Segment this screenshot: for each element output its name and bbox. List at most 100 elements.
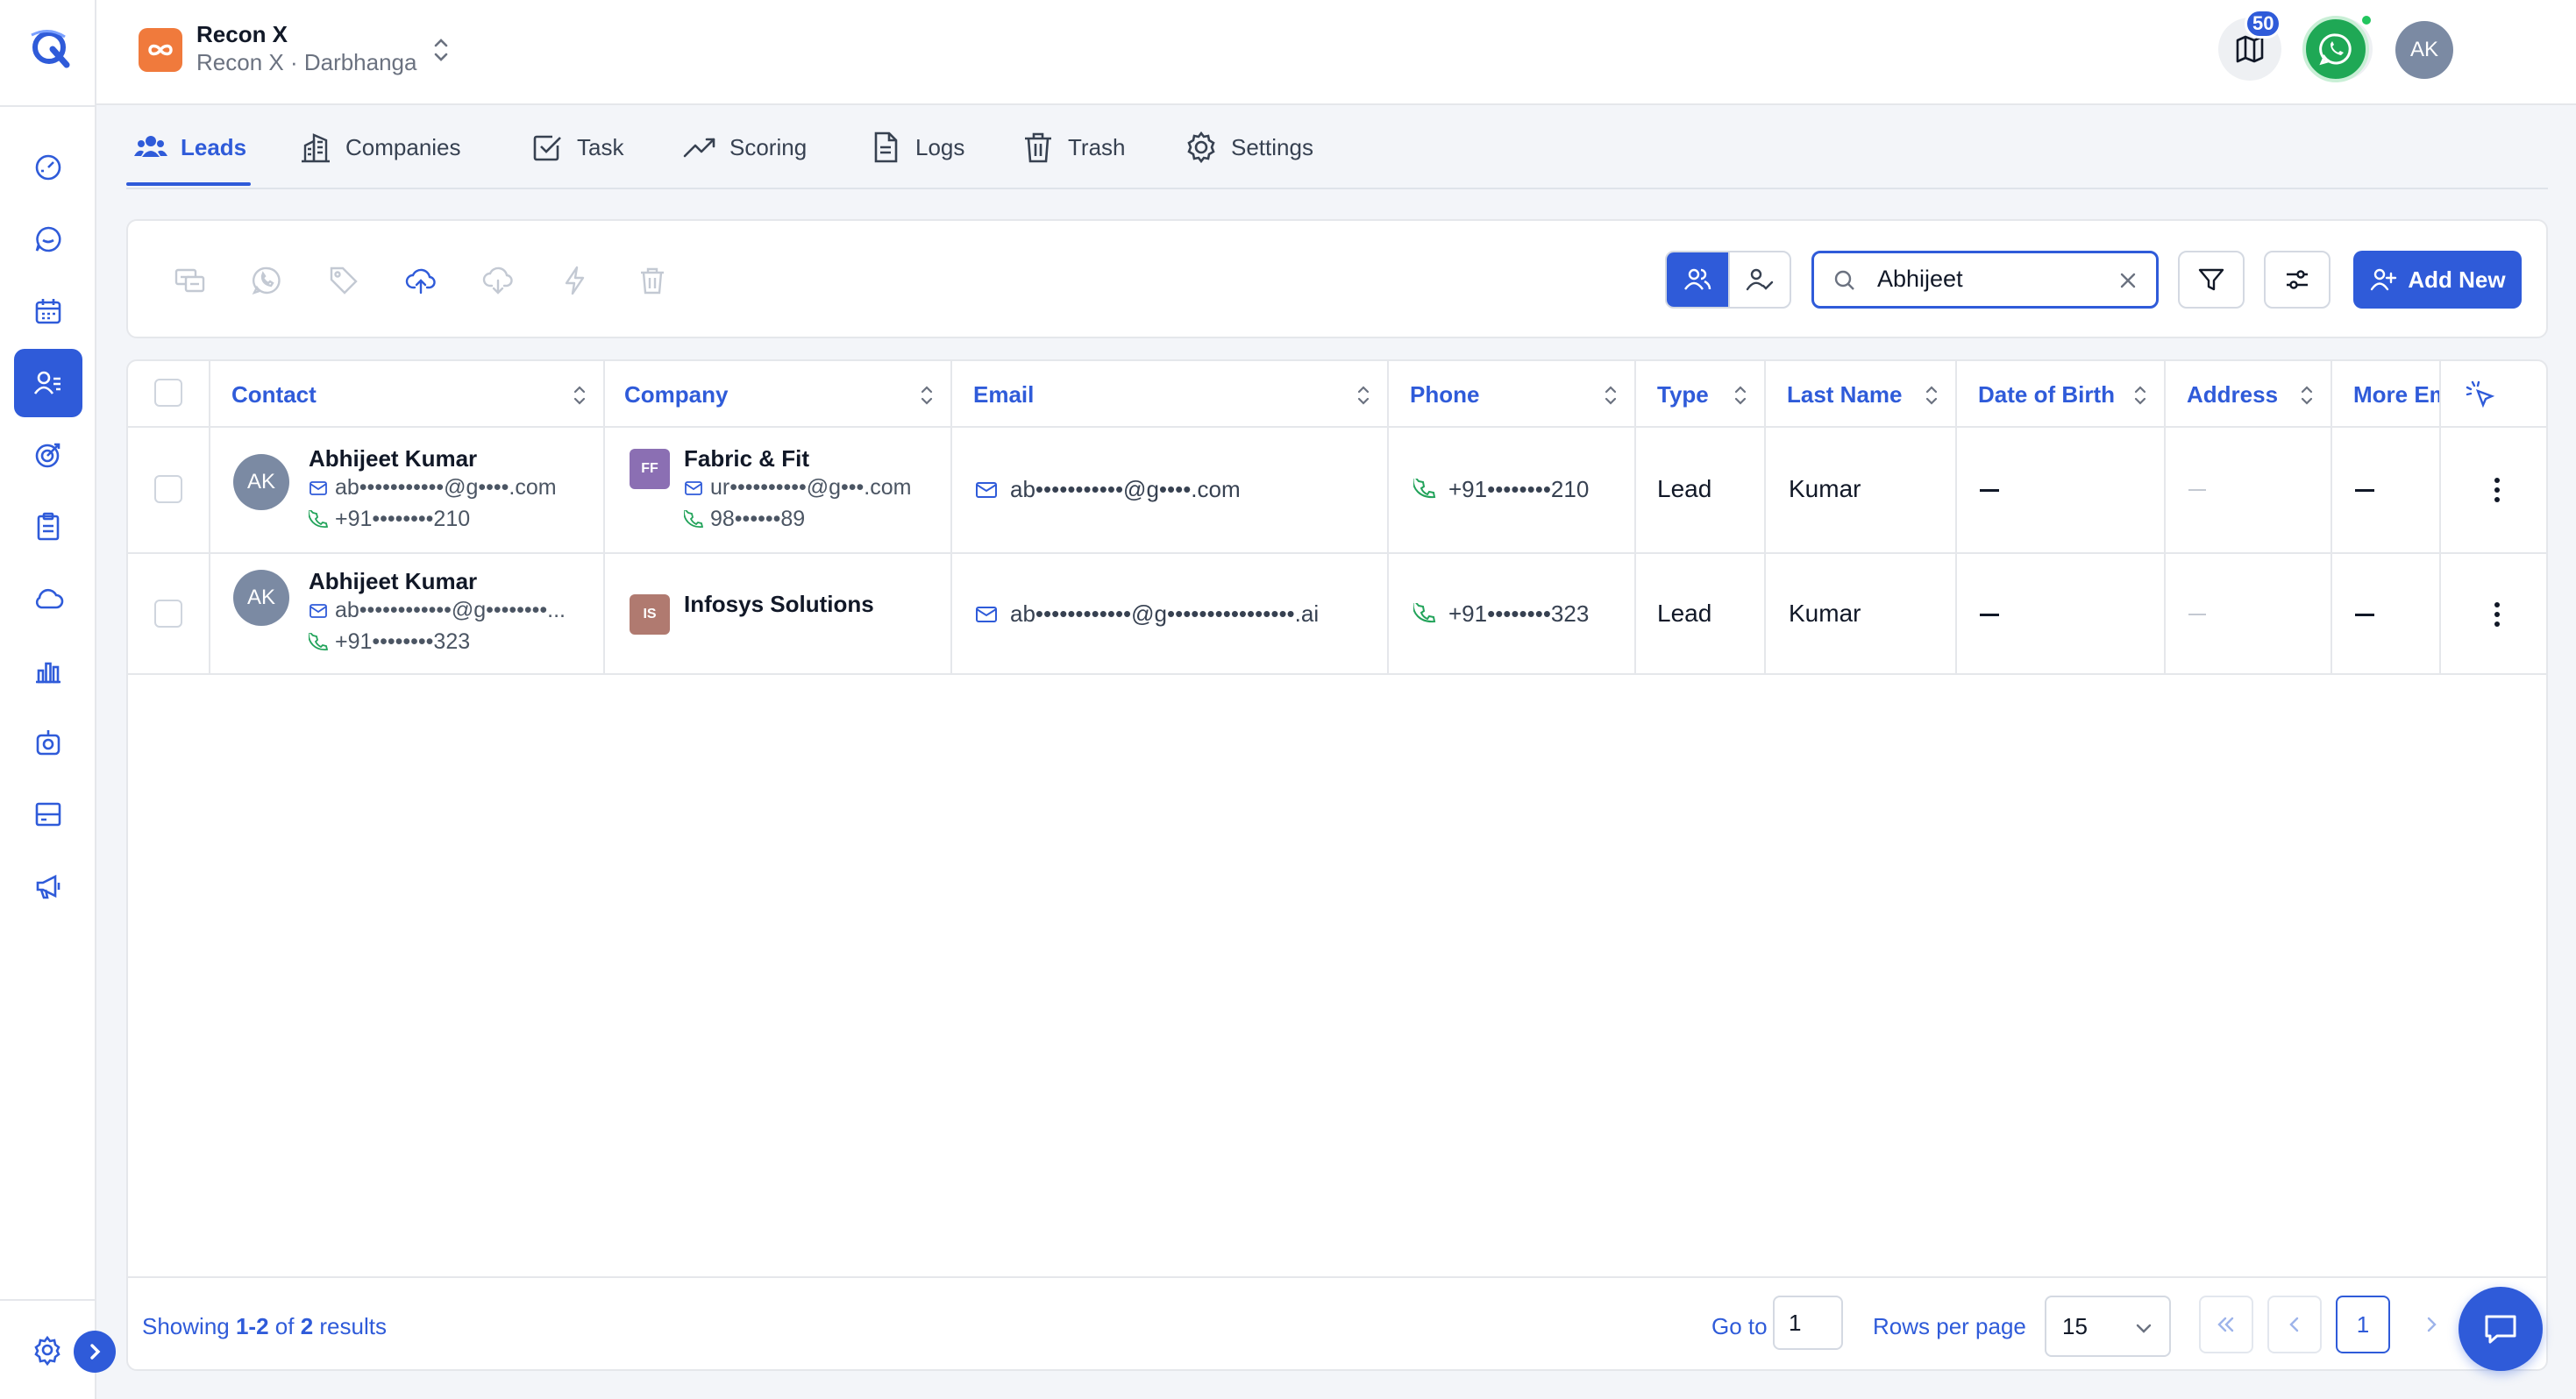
sort-icon[interactable] (2132, 384, 2148, 407)
column-header-phone[interactable]: Phone (1389, 361, 1634, 428)
tab-companies[interactable]: Companies (298, 105, 461, 189)
sort-icon[interactable] (1733, 384, 1748, 407)
tab-settings[interactable]: Settings (1184, 105, 1313, 189)
sort-icon[interactable] (1603, 384, 1619, 407)
contact-name[interactable]: Abhijeet Kumar (309, 445, 477, 472)
cloud-download-icon[interactable] (482, 265, 514, 296)
cloud-upload-icon[interactable] (405, 265, 437, 296)
column-settings-button[interactable] (2264, 251, 2330, 309)
whatsapp-button[interactable] (2302, 16, 2369, 82)
tab-trash[interactable]: Trash (1021, 105, 1126, 189)
gear-icon (1187, 131, 1215, 164)
sidebar-item-targets[interactable] (14, 421, 82, 489)
sidebar-item-cloud[interactable] (14, 565, 82, 633)
next-page-button[interactable] (2404, 1296, 2459, 1353)
whatsapp-icon (2319, 33, 2352, 66)
column-header-contact[interactable]: Contact (210, 361, 603, 428)
notification-count-badge: 50 (2245, 9, 2282, 39)
email-cell[interactable]: ab•••••••••••@g••••.com (975, 476, 1241, 503)
sidebar (0, 0, 116, 1399)
sidebar-expand-button[interactable] (74, 1331, 116, 1373)
phone-cell[interactable]: +91••••••••323 (1413, 600, 1589, 628)
column-header-address[interactable]: Address (2166, 361, 2330, 428)
chevron-left-icon (2289, 1317, 2299, 1332)
delete-icon[interactable] (637, 265, 668, 296)
settings-gear-icon[interactable] (32, 1334, 63, 1366)
sidebar-item-dashboard[interactable] (14, 133, 82, 202)
chat-icon (2485, 1315, 2516, 1344)
select-all-checkbox[interactable] (154, 379, 182, 407)
company-name[interactable]: Fabric & Fit (684, 445, 809, 472)
company-email: ur••••••••••@g•••.com (684, 475, 911, 501)
address-empty (2188, 489, 2206, 491)
table-footer: Showing 1-2 of 2 results Go to 1 Rows pe… (128, 1276, 2546, 1369)
tag-icon[interactable] (328, 265, 359, 296)
dashboard-gauge-icon (35, 154, 61, 181)
mail-icon (310, 480, 327, 495)
sort-icon[interactable] (1924, 384, 1939, 407)
sort-icon[interactable] (1356, 384, 1371, 407)
add-user-icon (2371, 268, 2397, 291)
search-input[interactable]: Abhijeet (1811, 251, 2159, 309)
sidebar-item-contacts[interactable] (14, 349, 82, 417)
lightning-icon[interactable] (559, 265, 591, 296)
sidebar-item-clipboard[interactable] (14, 493, 82, 561)
column-header-company[interactable]: Company (605, 361, 950, 428)
view-all-contacts-button[interactable] (1667, 252, 1728, 307)
column-header-date-of-birth[interactable]: Date of Birth (1957, 361, 2164, 428)
company-name[interactable]: Infosys Solutions (684, 591, 874, 618)
contact-name[interactable]: Abhijeet Kumar (309, 568, 477, 595)
chevron-right-icon (90, 1344, 101, 1360)
clear-search-icon[interactable] (2116, 268, 2140, 293)
support-chat-button[interactable] (2459, 1287, 2543, 1371)
switch-org-chevron-icon[interactable] (430, 35, 452, 65)
filter-button[interactable] (2178, 251, 2245, 309)
column-header-email[interactable]: Email (952, 361, 1387, 428)
user-avatar[interactable]: AK (2395, 21, 2453, 79)
column-header-type[interactable]: Type (1636, 361, 1764, 428)
row-checkbox[interactable] (154, 475, 182, 503)
table-row[interactable]: AK Abhijeet Kumar ab••••••••••••@g••••••… (128, 554, 2546, 675)
column-header-last-name[interactable]: Last Name (1766, 361, 1955, 428)
prev-page-button[interactable] (2267, 1296, 2322, 1353)
column-picker-cursor-icon[interactable] (2464, 379, 2497, 412)
column-header-more-emails[interactable]: More Em (2332, 361, 2439, 428)
tab-label: Logs (915, 133, 965, 160)
row-actions-kebab-icon[interactable] (2494, 601, 2501, 628)
sort-icon[interactable] (572, 384, 587, 407)
phone-cell[interactable]: +91••••••••210 (1413, 476, 1589, 503)
sidebar-item-chat[interactable] (14, 205, 82, 273)
email-cell[interactable]: ab••••••••••••@g••••••••••••••••.ai (975, 600, 1319, 628)
checkbox-icon (533, 135, 561, 161)
whatsapp-bulk-icon[interactable] (251, 265, 282, 296)
sidebar-item-camera[interactable] (14, 708, 82, 777)
goto-page-input[interactable]: 1 (1773, 1296, 1843, 1350)
merge-contacts-icon[interactable] (174, 265, 205, 296)
sidebar-item-campaigns[interactable] (14, 852, 82, 920)
rows-per-page-select[interactable]: 15 (2045, 1296, 2171, 1357)
first-page-button[interactable] (2199, 1296, 2253, 1353)
tab-task[interactable]: Task (530, 105, 623, 189)
leads-table: Contact Company Email Phone Type Last Na… (126, 359, 2548, 1371)
tab-logs[interactable]: Logs (868, 105, 964, 189)
app-logo-icon[interactable] (26, 23, 75, 72)
sort-icon[interactable] (2299, 384, 2315, 407)
row-checkbox[interactable] (154, 600, 182, 628)
more-emails-empty (2355, 489, 2374, 492)
tab-label: Task (577, 133, 624, 160)
sidebar-item-layout[interactable] (14, 780, 82, 849)
tab-scoring[interactable]: Scoring (682, 105, 807, 189)
view-my-contacts-button[interactable] (1728, 252, 1790, 307)
mail-icon (976, 606, 997, 622)
tab-leads[interactable]: Leads (133, 105, 246, 189)
add-new-button[interactable]: Add New (2353, 251, 2522, 309)
goto-label: Go to (1711, 1313, 1768, 1339)
table-row[interactable]: AK Abhijeet Kumar ab•••••••••••@g••••.co… (128, 428, 2546, 554)
chat-bubble-icon (35, 226, 61, 252)
sidebar-item-calendar[interactable] (14, 277, 82, 345)
org-badge[interactable] (139, 28, 182, 72)
sort-icon[interactable] (919, 384, 935, 407)
page-button-current[interactable]: 1 (2336, 1296, 2390, 1353)
row-actions-kebab-icon[interactable] (2494, 477, 2501, 503)
sidebar-item-reports[interactable] (14, 636, 82, 705)
